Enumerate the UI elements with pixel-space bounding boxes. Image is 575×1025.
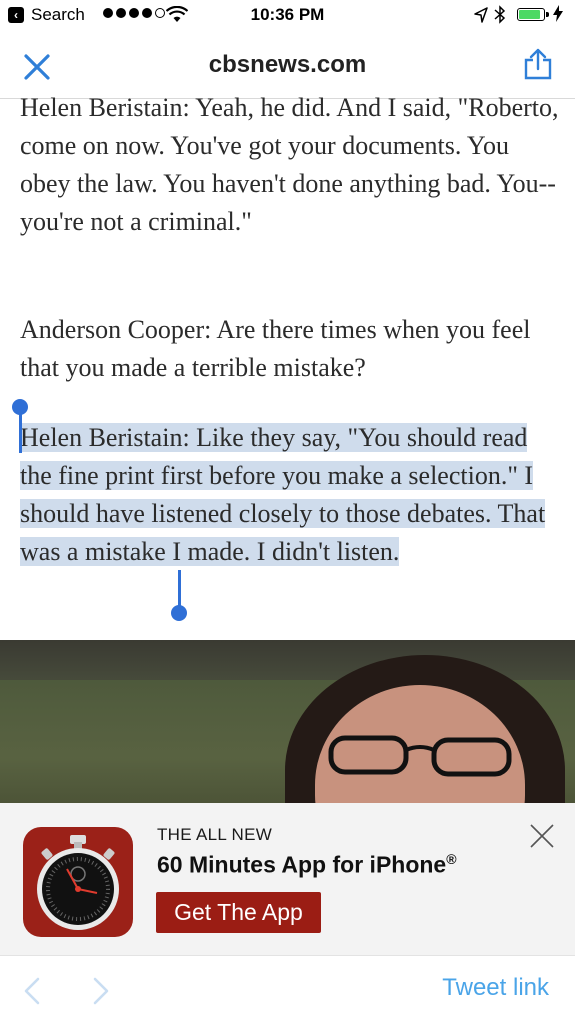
bottom-toolbar: Tweet link bbox=[0, 955, 575, 1025]
bluetooth-icon bbox=[494, 5, 506, 24]
article-photo bbox=[0, 640, 575, 805]
stopwatch-icon[interactable] bbox=[23, 827, 133, 937]
article-paragraph: Anderson Cooper: Are there times when yo… bbox=[20, 315, 531, 382]
location-icon bbox=[474, 7, 488, 23]
page-domain: cbsnews.com bbox=[208, 51, 367, 78]
tweet-link-button[interactable]: Tweet link bbox=[442, 974, 549, 1002]
get-app-button[interactable]: Get The App bbox=[156, 892, 321, 933]
status-bar: ‹ Search 10:36 PM bbox=[0, 0, 575, 34]
selected-paragraph[interactable]: Helen Beristain: Like they say, "You sho… bbox=[20, 419, 560, 571]
registered-mark: ® bbox=[446, 851, 457, 867]
forward-chevron-icon[interactable] bbox=[91, 976, 111, 1006]
banner-title-text: 60 Minutes App for iPhone bbox=[157, 851, 447, 878]
charging-icon bbox=[553, 5, 563, 22]
back-chevron-icon[interactable] bbox=[22, 976, 42, 1006]
app-promo-banner[interactable]: THE ALL NEW 60 Minutes App for iPhone® G… bbox=[0, 803, 575, 955]
article-paragraph: Helen Beristain: Yeah, he did. And I sai… bbox=[20, 93, 559, 236]
selection-end-handle[interactable] bbox=[171, 605, 187, 621]
close-banner-icon[interactable] bbox=[529, 823, 555, 849]
banner-title: 60 Minutes App for iPhone® bbox=[157, 851, 457, 879]
clock: 10:36 PM bbox=[250, 5, 325, 24]
banner-eyebrow: THE ALL NEW bbox=[157, 825, 273, 844]
battery-icon bbox=[517, 8, 549, 21]
text-selection[interactable]: Helen Beristain: Like they say, "You sho… bbox=[20, 423, 546, 566]
selection-start-caret bbox=[19, 412, 22, 453]
share-icon[interactable] bbox=[523, 48, 553, 80]
